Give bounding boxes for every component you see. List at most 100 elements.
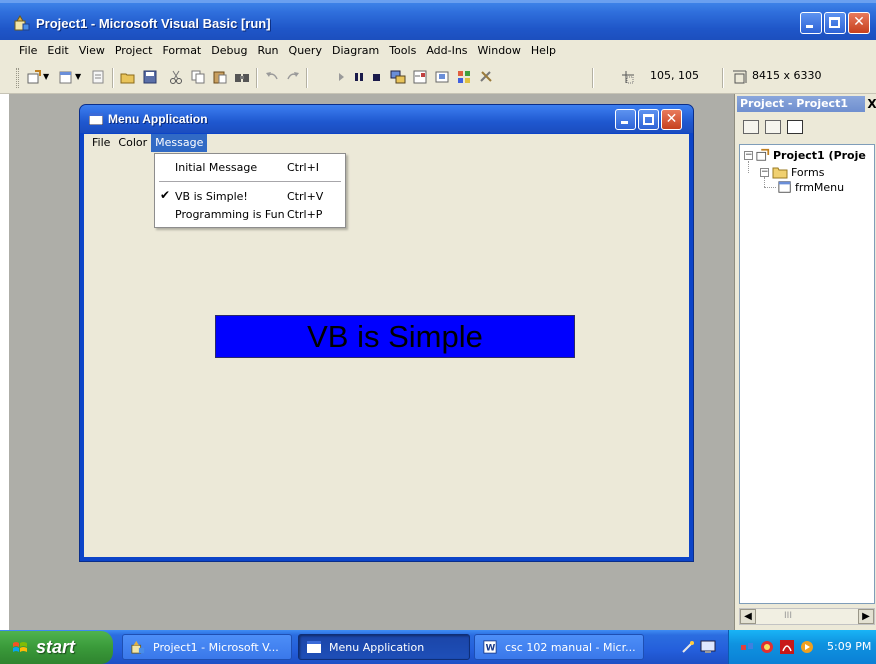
form-maximize-button[interactable] [638,109,659,130]
menu-file[interactable]: File [14,44,42,57]
start-icon[interactable] [333,69,349,85]
start-button[interactable]: start [0,631,113,664]
toolbar-grip[interactable] [16,68,19,88]
toolbox-icon[interactable] [478,69,494,85]
view-code-icon[interactable] [743,120,759,134]
form-minimize-button[interactable] [615,109,636,130]
form-menu-message[interactable]: Message [151,134,208,152]
tree-node-project[interactable]: − Project1 (Proje [744,148,866,162]
add-form-dropdown-icon[interactable]: ▼ [75,72,81,81]
copy-icon[interactable] [190,69,206,85]
frmmenu-node-label: frmMenu [795,180,845,194]
break-icon[interactable] [351,69,367,85]
form-icon [778,181,791,193]
taskbar-button-word-document[interactable]: W csc 102 manual - Micr... [474,634,644,660]
visual-basic-app-icon [14,15,30,31]
form-menu-bar: File Color Message [84,134,689,152]
project-explorer-hscrollbar[interactable]: ◀ III ▶ [739,608,875,625]
toolbar-separator [592,68,593,88]
message-dropdown-menu: Initial Message Ctrl+I ✔ VB is Simple! C… [154,153,346,228]
menu-run[interactable]: Run [252,44,283,57]
taskbar-button-label: Menu Application [329,641,425,654]
toolbar-separator [112,68,113,88]
end-icon[interactable] [369,69,385,85]
project-explorer-title: Project - Project1 [740,97,848,110]
menu-add-ins[interactable]: Add-Ins [421,44,472,57]
taskbar-button-menu-application[interactable]: Menu Application [298,634,470,660]
toolbar-separator [722,68,723,88]
clock[interactable]: 5:09 PM [827,640,871,653]
menu-tools[interactable]: Tools [384,44,421,57]
tree-node-forms[interactable]: − Forms [760,165,824,179]
ide-close-button[interactable]: ✕ [848,12,870,34]
menu-separator [159,181,341,182]
project-explorer-icon[interactable] [390,69,406,85]
project-icon [756,148,770,161]
add-project-icon[interactable] [26,69,42,85]
form-close-button[interactable]: ✕ [661,109,682,130]
network-icon[interactable] [739,639,755,655]
menu-query[interactable]: Query [284,44,327,57]
menu-help[interactable]: Help [526,44,561,57]
redo-icon[interactable] [285,69,301,85]
view-object-icon[interactable] [765,120,781,134]
ide-window-controls: ✕ [800,12,870,34]
menu-project[interactable]: Project [110,44,158,57]
toggle-folders-icon[interactable] [787,120,803,134]
project-explorer-panel: Project - Project1 X − Project1 (Proje −… [734,94,876,630]
menu-window[interactable]: Window [473,44,526,57]
forms-node-label: Forms [791,165,825,179]
close-icon: ✕ [853,14,865,30]
scroll-thumb[interactable]: III [768,610,808,623]
menu-item-programming-is-fun[interactable]: Programming is Fun Ctrl+P [155,205,345,223]
add-form-icon[interactable] [58,69,74,85]
menu-item-label: VB is Simple! [175,190,248,203]
form-menu-file[interactable]: File [88,134,114,152]
collapse-icon[interactable]: − [744,150,753,160]
project-explorer-close-button[interactable]: X [865,96,876,112]
ide-maximize-button[interactable] [824,12,846,34]
taskbar-button-vb-ide[interactable]: Project1 - Microsoft V... [122,634,292,660]
menu-editor-icon[interactable] [90,69,106,85]
position-readout: 105, 105 [650,69,699,82]
minimize-icon [621,121,628,124]
ide-title-bar[interactable]: Project1 - Microsoft Visual Basic [run] … [0,0,876,40]
menu-item-vb-is-simple[interactable]: ✔ VB is Simple! Ctrl+V [155,187,345,205]
quick-launch-desktop-icon[interactable] [700,639,716,655]
menu-edit[interactable]: Edit [42,44,73,57]
object-browser-icon[interactable] [456,69,472,85]
menu-view[interactable]: View [74,44,110,57]
menu-debug[interactable]: Debug [206,44,252,57]
open-icon[interactable] [120,69,136,85]
form-menu-color[interactable]: Color [114,134,151,152]
tree-node-frmmenu[interactable]: frmMenu [778,180,844,194]
project-node-label: Project1 (Proje [773,148,866,162]
menu-item-initial-message[interactable]: Initial Message Ctrl+I [155,158,345,176]
tree-connector [764,177,765,187]
collapse-icon[interactable]: − [760,167,769,177]
update-icon[interactable] [799,639,815,655]
add-project-dropdown-icon[interactable]: ▼ [43,72,49,81]
form-title-bar[interactable]: Menu Application ✕ [80,105,693,133]
security-shield-icon[interactable] [759,639,775,655]
scroll-left-icon[interactable]: ◀ [740,609,756,624]
scroll-right-icon[interactable]: ▶ [858,609,874,624]
taskbar-button-label: Project1 - Microsoft V... [153,641,279,654]
menu-diagram[interactable]: Diagram [327,44,384,57]
minimize-icon [806,25,813,28]
properties-icon[interactable] [412,69,428,85]
quick-launch-tool-icon[interactable] [680,639,696,655]
project-explorer-header[interactable]: Project - Project1 X [737,96,876,112]
svg-text:W: W [486,644,496,654]
find-icon[interactable] [234,69,250,85]
ide-minimize-button[interactable] [800,12,822,34]
acrobat-icon[interactable] [779,639,795,655]
cut-icon[interactable] [168,69,184,85]
undo-icon[interactable] [264,69,280,85]
menu-item-shortcut: Ctrl+I [287,161,320,174]
menu-item-label: Programming is Fun [175,208,285,221]
save-icon[interactable] [142,69,158,85]
paste-icon[interactable] [212,69,228,85]
form-layout-icon[interactable] [434,69,450,85]
menu-format[interactable]: Format [157,44,206,57]
